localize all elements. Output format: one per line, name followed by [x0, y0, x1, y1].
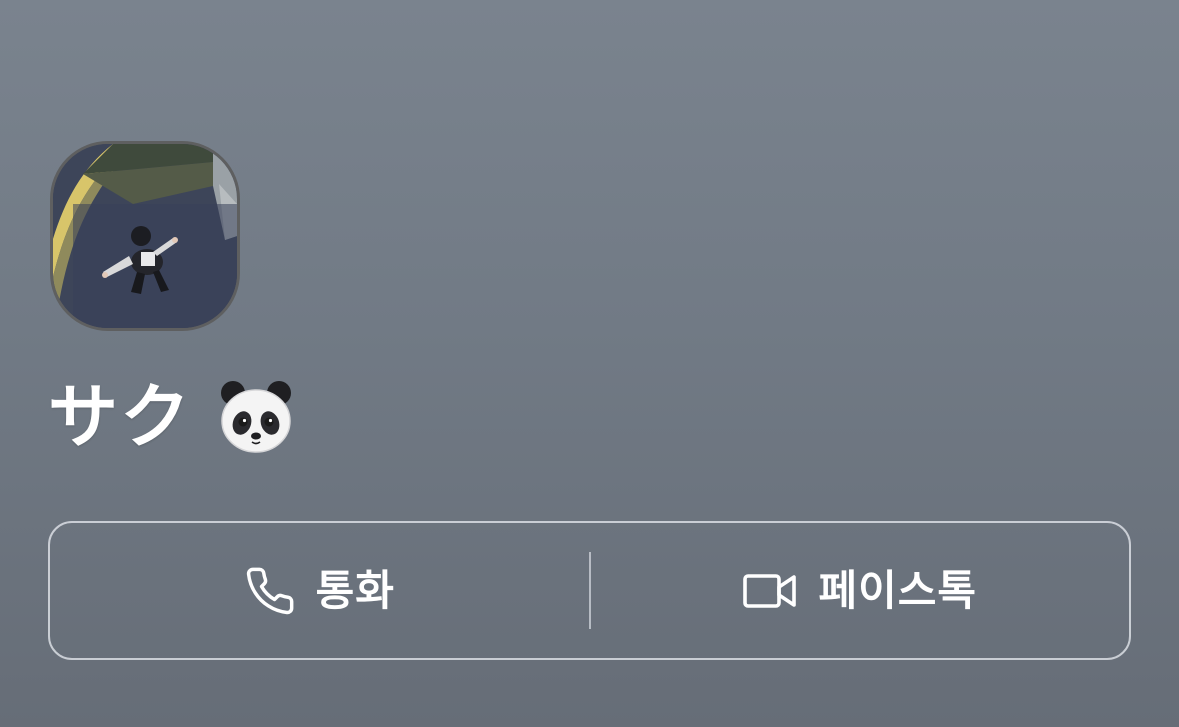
contact-avatar[interactable]	[50, 141, 240, 331]
avatar-photo	[53, 144, 237, 328]
video-camera-icon	[742, 571, 798, 611]
phone-icon	[244, 565, 296, 617]
contact-name: サク	[48, 372, 294, 462]
facetime-button-label: 페이스톡	[818, 565, 978, 615]
contact-name-text: サク	[48, 376, 192, 458]
call-button-label: 통화	[315, 565, 395, 615]
contact-actions: 통화 페이스톡	[48, 521, 1131, 660]
panda-face-icon	[221, 381, 291, 453]
facetime-button[interactable]: 페이스톡	[591, 523, 1130, 658]
call-button[interactable]: 통화	[50, 523, 589, 658]
